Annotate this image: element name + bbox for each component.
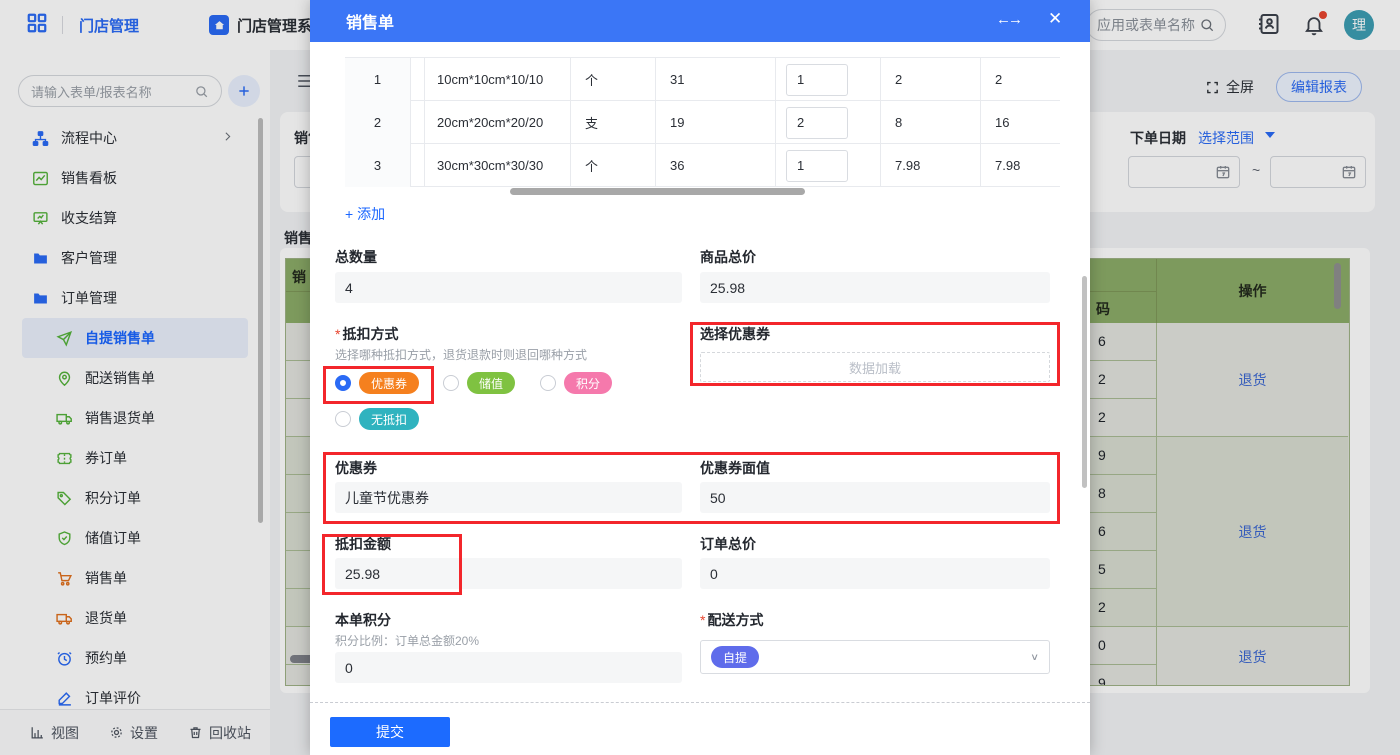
cell-index: 3 (345, 144, 410, 187)
coupon-value-field: 50 (700, 482, 1050, 513)
coupon-field: 儿童节优惠券 (335, 482, 682, 513)
cell-stock: 36 (655, 144, 775, 187)
radio-option-no-deduct[interactable]: 无抵扣 (335, 408, 419, 430)
cell-unit: 个 (570, 58, 655, 101)
deduct-amount-field: 25.98 (335, 558, 682, 589)
quantity-input[interactable]: 1 (786, 64, 848, 96)
table-row: 3 30cm*30cm*30/30 个 36 1 7.98 7.98 (345, 144, 1060, 187)
order-points-label: 本单积分 (335, 610, 682, 630)
points-pill: 积分 (564, 372, 612, 394)
goods-total-field: 25.98 (700, 272, 1050, 303)
quantity-input[interactable]: 1 (786, 150, 848, 182)
radio-option-stored-value[interactable]: 储值 (443, 372, 515, 394)
radio-icon[interactable] (540, 375, 556, 391)
deduct-method-label: *抵扣方式 (335, 324, 398, 344)
cell-qty: 1 (775, 58, 880, 101)
modal-body: 1 10cm*10cm*10/10 个 31 1 2 2 2 20cm*20cm… (310, 42, 1090, 755)
radio-icon[interactable] (443, 375, 459, 391)
cell-gap (410, 101, 424, 144)
choose-coupon-label: 选择优惠券 (700, 324, 1050, 344)
delivery-method-select[interactable]: 自提 ∨ (700, 640, 1050, 674)
no-deduct-pill: 无抵扣 (359, 408, 419, 430)
goods-total-label: 商品总价 (700, 247, 1050, 267)
cell-spec: 10cm*10cm*10/10 (424, 58, 570, 101)
stored-value-pill: 储值 (467, 372, 515, 394)
cell-stock: 19 (655, 101, 775, 144)
pickup-pill: 自提 (711, 646, 759, 668)
table-row: 2 20cm*20cm*20/20 支 19 2 8 16 (345, 101, 1060, 144)
cell-unit: 支 (570, 101, 655, 144)
coupon-label: 优惠券 (335, 458, 682, 478)
coupon-pill: 优惠券 (359, 372, 419, 394)
cell-index: 2 (345, 101, 410, 144)
cell-stock: 31 (655, 58, 775, 101)
total-qty-label: 总数量 (335, 247, 682, 267)
deduct-amount-label: 抵扣金额 (335, 534, 682, 554)
cell-price: 2 (880, 58, 980, 101)
submit-button[interactable]: 提交 (330, 717, 450, 747)
cell-qty: 2 (775, 101, 880, 144)
order-points-help: 积分比例：订单总金额20% (335, 632, 479, 649)
radio-option-coupon[interactable]: 优惠券 (335, 372, 419, 394)
delivery-method-label: *配送方式 (700, 610, 1050, 630)
choose-coupon-picker[interactable]: 数据加载 (700, 352, 1050, 382)
cell-qty: 1 (775, 144, 880, 187)
coupon-value-label: 优惠券面值 (700, 458, 1050, 478)
cell-price: 8 (880, 101, 980, 144)
order-points-field: 0 (335, 652, 682, 683)
cell-spec: 20cm*20cm*20/20 (424, 101, 570, 144)
footer-divider (310, 702, 1090, 703)
modal-title: 销售单 (346, 9, 394, 33)
cell-amount: 16 (980, 101, 1060, 144)
radio-selected-icon[interactable] (335, 375, 351, 391)
cell-spec: 30cm*30cm*30/30 (424, 144, 570, 187)
close-icon[interactable]: ✕ (1048, 9, 1062, 29)
radio-option-points[interactable]: 积分 (540, 372, 612, 394)
cell-gap (410, 144, 424, 187)
modal-vertical-scrollbar[interactable] (1082, 276, 1087, 488)
modal-header: 销售单 ←→ ✕ (310, 0, 1090, 42)
quantity-input[interactable]: 2 (786, 107, 848, 139)
table-row: 1 10cm*10cm*10/10 个 31 1 2 2 (345, 58, 1060, 101)
cell-amount: 7.98 (980, 144, 1060, 187)
cell-index: 1 (345, 58, 410, 101)
product-table: 1 10cm*10cm*10/10 个 31 1 2 2 2 20cm*20cm… (345, 50, 1060, 187)
cell-amount: 2 (980, 58, 1060, 101)
table-clipped-row (345, 50, 1060, 58)
deduct-method-help: 选择哪种抵扣方式，退货退款时则退回哪种方式 (335, 346, 587, 363)
total-qty-field: 4 (335, 272, 682, 303)
cell-price: 7.98 (880, 144, 980, 187)
order-total-field: 0 (700, 558, 1050, 589)
order-total-label: 订单总价 (700, 534, 1050, 554)
cell-unit: 个 (570, 144, 655, 187)
chevron-down-icon: ∨ (1030, 651, 1039, 662)
add-row-link[interactable]: + 添加 (345, 204, 385, 224)
cell-gap (410, 58, 424, 101)
radio-icon[interactable] (335, 411, 351, 427)
sales-order-modal: 销售单 ←→ ✕ 1 10cm*10cm*10/10 个 31 1 2 2 2 … (310, 0, 1090, 755)
expand-modal-icon[interactable]: ←→ (996, 11, 1020, 28)
product-table-horizontal-scrollbar[interactable] (510, 188, 805, 195)
